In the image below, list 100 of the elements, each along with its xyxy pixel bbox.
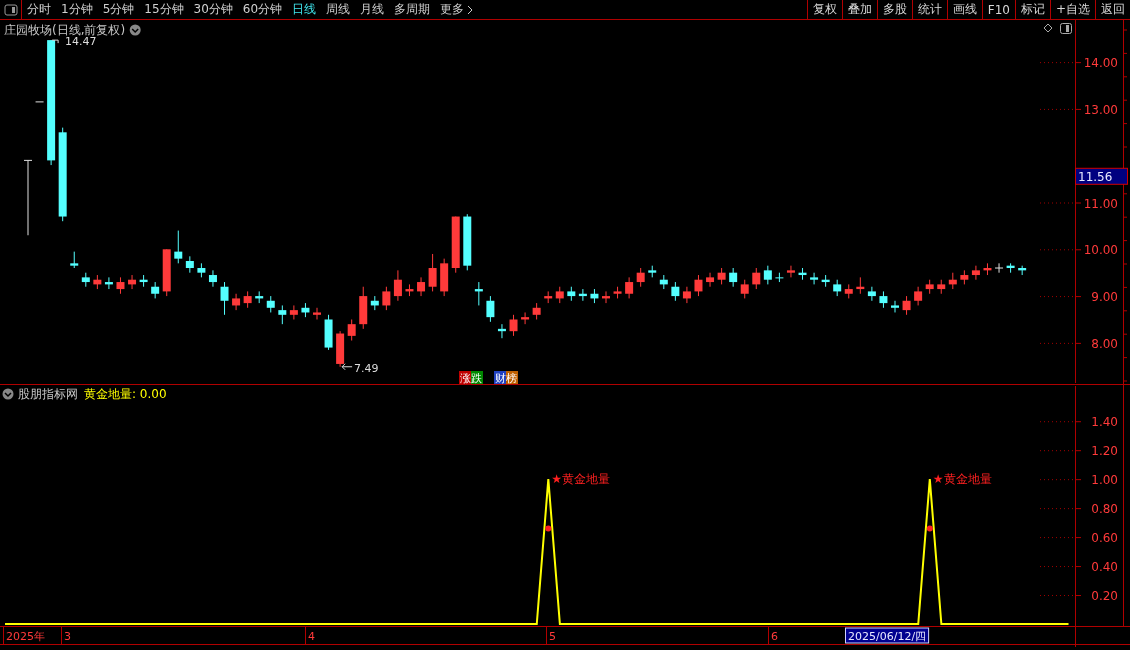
value-axis-label: 0.40 — [1091, 560, 1118, 575]
candlestick — [382, 286, 391, 311]
candlestick — [393, 269, 402, 302]
value-axis-label: 1.00 — [1091, 473, 1118, 488]
toolbar-button[interactable]: 标记 — [1014, 0, 1050, 19]
candlestick — [995, 262, 1004, 274]
candlestick — [682, 286, 691, 304]
candlestick — [740, 279, 749, 299]
candlestick — [752, 267, 761, 290]
period-tab[interactable]: 15分钟 — [139, 0, 189, 19]
candlestick — [289, 304, 298, 320]
period-tab[interactable]: 分时 — [22, 0, 56, 19]
leader-line — [341, 363, 353, 371]
period-tab[interactable]: 更多 — [435, 0, 479, 19]
toolbar-button[interactable]: 复权 — [806, 0, 842, 19]
value-axis-label: 1.20 — [1091, 444, 1118, 459]
toolbar-button[interactable]: 多股 — [876, 0, 912, 19]
date-axis-label: 2025年 — [6, 630, 45, 643]
grid-line — [1039, 566, 1075, 568]
candlestick — [971, 265, 980, 281]
period-tab[interactable]: 60分钟 — [237, 0, 288, 19]
period-tab[interactable]: 月线 — [355, 0, 390, 19]
grid-line — [1039, 479, 1075, 481]
candlestick — [636, 267, 645, 288]
date-axis-label: 4 — [308, 630, 315, 643]
toolbar-button[interactable]: 叠加 — [841, 0, 877, 19]
grid-line — [1039, 537, 1075, 539]
grid-line — [1039, 296, 1075, 298]
candlestick — [486, 295, 495, 323]
period-tab[interactable]: 1分钟 — [56, 0, 98, 19]
candlestick — [671, 281, 680, 302]
grid-line — [1039, 62, 1075, 64]
finance-rank-tag[interactable]: 财榜 — [494, 371, 518, 385]
indicator-name: 股朋指标网 — [18, 387, 78, 401]
price-axis-label: 9.00 — [1091, 290, 1118, 305]
price-axis-label: 13.00 — [1083, 102, 1118, 117]
grid-line — [1039, 421, 1075, 423]
value-axis-label: 0.20 — [1091, 589, 1118, 604]
leader-line — [51, 39, 59, 44]
candlestick — [24, 159, 32, 236]
date-axis-label: 3 — [64, 630, 71, 643]
panel-toggle-icon[interactable] — [1060, 23, 1072, 34]
signal-dot — [545, 525, 552, 532]
toolbar-button[interactable]: 统计 — [911, 0, 947, 19]
candlestick — [208, 269, 217, 288]
grid-line — [1039, 342, 1075, 344]
period-tab[interactable]: 5分钟 — [97, 0, 140, 19]
high-price-label: 14.47 — [65, 35, 97, 49]
toolbar-button[interactable]: +自选 — [1049, 0, 1095, 19]
grid-line — [1039, 508, 1075, 510]
candlestick — [174, 230, 183, 264]
candlestick — [694, 274, 703, 297]
signal-label: ★黄金地量 — [551, 472, 611, 487]
stock-title: 庄园牧场(日线,前复权) — [4, 23, 126, 37]
period-tab[interactable]: 多周期 — [389, 0, 436, 19]
candlestick — [786, 265, 795, 278]
chevron-icon — [467, 4, 474, 15]
candlestick — [347, 318, 356, 342]
price-change-tag[interactable]: 涨跌 — [459, 371, 483, 385]
candlestick — [729, 267, 738, 288]
period-tab[interactable]: 周线 — [321, 0, 356, 19]
collapse-icon[interactable] — [2, 388, 14, 400]
value-axis-label: 0.60 — [1091, 531, 1118, 546]
grid-line — [1039, 108, 1075, 110]
candlestick — [625, 276, 634, 299]
signal-label: ★黄金地量 — [932, 472, 992, 487]
candlestick — [810, 272, 819, 285]
candlestick — [867, 286, 876, 302]
price-axis-label: 11.00 — [1083, 196, 1118, 211]
price-axis-label: 14.00 — [1083, 56, 1118, 71]
candlestick — [763, 265, 772, 285]
candlestick — [891, 300, 899, 313]
signal-dot — [926, 525, 933, 532]
candlestick — [428, 253, 437, 292]
toolbar-button[interactable]: F10 — [981, 0, 1015, 19]
toolbar-button[interactable]: 返回 — [1095, 0, 1130, 19]
candlestick — [232, 293, 241, 311]
candlestick — [902, 295, 911, 316]
candlestick — [509, 314, 518, 337]
grid-line — [1039, 450, 1075, 452]
value-axis-label: 1.40 — [1091, 415, 1118, 430]
period-tab[interactable]: 日线 — [287, 0, 322, 19]
dropdown-icon[interactable] — [129, 24, 141, 36]
date-axis-label: 5 — [549, 630, 556, 643]
date-axis-label: 6 — [771, 630, 778, 643]
price-axis-label: 8.00 — [1091, 336, 1118, 351]
diamond-icon[interactable] — [1043, 23, 1053, 33]
candlestick — [706, 272, 715, 288]
low-price-label: 7.49 — [354, 361, 379, 375]
candlestick — [914, 286, 923, 306]
candlestick — [313, 307, 321, 320]
grid-line — [1039, 202, 1075, 204]
grid-line — [1039, 595, 1075, 597]
candlestick — [278, 304, 287, 325]
indicator-reading: 黄金地量: 0.00 — [84, 387, 167, 401]
toolbar-button[interactable]: 画线 — [946, 0, 982, 19]
candlestick — [220, 281, 229, 316]
period-tab[interactable]: 30分钟 — [188, 0, 238, 19]
current-price-tag: 11.56 — [1075, 167, 1128, 185]
candlestick — [417, 276, 426, 297]
